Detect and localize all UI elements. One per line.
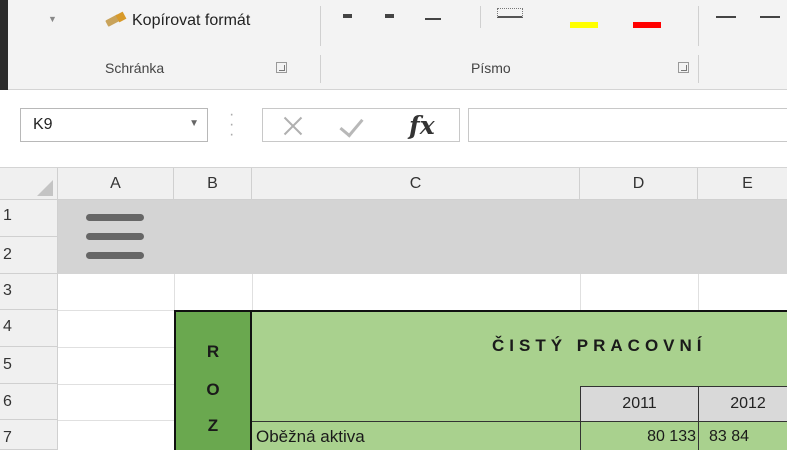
- font-launcher-icon[interactable]: [678, 62, 689, 73]
- row-label[interactable]: Oběžná aktiva: [256, 427, 365, 447]
- clipboard-launcher-icon[interactable]: [276, 62, 287, 73]
- side-letter: O: [206, 380, 220, 399]
- row-header-6[interactable]: 6: [0, 384, 58, 420]
- table-row: Oběžná aktiva 80 133 83 84: [252, 421, 787, 450]
- title-block: ČISTÝ PRACOVNÍ 2011 2012 Oběžná aktiva 8…: [252, 310, 787, 450]
- bold-button[interactable]: [343, 14, 352, 18]
- column-header-e[interactable]: E: [698, 168, 787, 200]
- column-header-a[interactable]: A: [58, 168, 174, 200]
- column-header-c[interactable]: C: [252, 168, 580, 200]
- align-top-icon[interactable]: [716, 16, 736, 18]
- cell-grid[interactable]: R O Z ČISTÝ PRACOVNÍ 2011 2012 Oběžná ak…: [58, 200, 787, 450]
- value-cell-2012[interactable]: 83 84: [698, 422, 787, 450]
- name-box[interactable]: K9 ▼: [20, 108, 208, 142]
- sheet-title: ČISTÝ PRACOVNÍ: [492, 336, 707, 355]
- ribbon: ▼ Kopírovat formát Schránka Písmo: [0, 0, 787, 90]
- copy-format-button[interactable]: Kopírovat formát: [104, 10, 250, 32]
- ribbon-edge: [0, 0, 8, 90]
- formula-input[interactable]: [468, 108, 787, 142]
- cancel-icon[interactable]: [281, 114, 305, 138]
- formula-bar: K9 ▼ · · · fx: [0, 90, 787, 168]
- more-icon[interactable]: · · ·: [229, 107, 234, 143]
- select-all-button[interactable]: [0, 168, 58, 200]
- menu-icon-bar: [86, 252, 144, 259]
- header-banner: [58, 200, 787, 274]
- column-headers: A B C D E: [0, 168, 787, 200]
- row-header-5[interactable]: 5: [0, 347, 58, 384]
- side-letter: R: [206, 342, 220, 361]
- ribbon-separator: [698, 55, 699, 83]
- menu-icon-bar: [86, 233, 144, 240]
- formula-buttons: fx: [262, 108, 460, 142]
- side-letter: Z: [207, 416, 219, 435]
- ribbon-separator: [320, 6, 321, 46]
- ribbon-separator: [698, 6, 699, 46]
- side-label-box: R O Z: [174, 310, 252, 450]
- clipboard-group-label: Schránka: [105, 60, 165, 76]
- align-middle-icon[interactable]: [760, 16, 780, 18]
- name-box-value: K9: [33, 116, 53, 133]
- column-header-b[interactable]: B: [174, 168, 252, 200]
- row-header-2[interactable]: 2: [0, 237, 58, 274]
- italic-button[interactable]: [385, 14, 394, 18]
- format-painter-icon: [104, 11, 130, 31]
- highlight-color-button[interactable]: [570, 22, 598, 28]
- year-cell-2011[interactable]: 2011: [580, 386, 699, 421]
- font-group-label: Písmo: [471, 60, 511, 76]
- font-color-button[interactable]: [633, 22, 661, 28]
- chevron-down-icon[interactable]: ▼: [189, 118, 199, 129]
- year-cell-2012[interactable]: 2012: [698, 386, 787, 421]
- ribbon-separator: [480, 6, 481, 28]
- row-header-1[interactable]: 1: [0, 200, 58, 237]
- row-header-4[interactable]: 4: [0, 310, 58, 347]
- insert-function-icon[interactable]: fx: [409, 111, 435, 140]
- copy-format-label: Kopírovat formát: [132, 12, 251, 29]
- paste-dropdown-arrow-icon[interactable]: ▼: [48, 14, 57, 24]
- enter-check-icon[interactable]: [339, 112, 364, 138]
- ribbon-separator: [320, 55, 321, 83]
- underline-button[interactable]: [425, 6, 441, 20]
- value-cell-2011[interactable]: 80 133: [580, 422, 699, 450]
- column-header-d[interactable]: D: [580, 168, 698, 200]
- row-header-7[interactable]: 7: [0, 420, 58, 450]
- borders-icon[interactable]: [497, 8, 523, 18]
- menu-icon[interactable]: [86, 214, 144, 221]
- row-header-3[interactable]: 3: [0, 274, 58, 310]
